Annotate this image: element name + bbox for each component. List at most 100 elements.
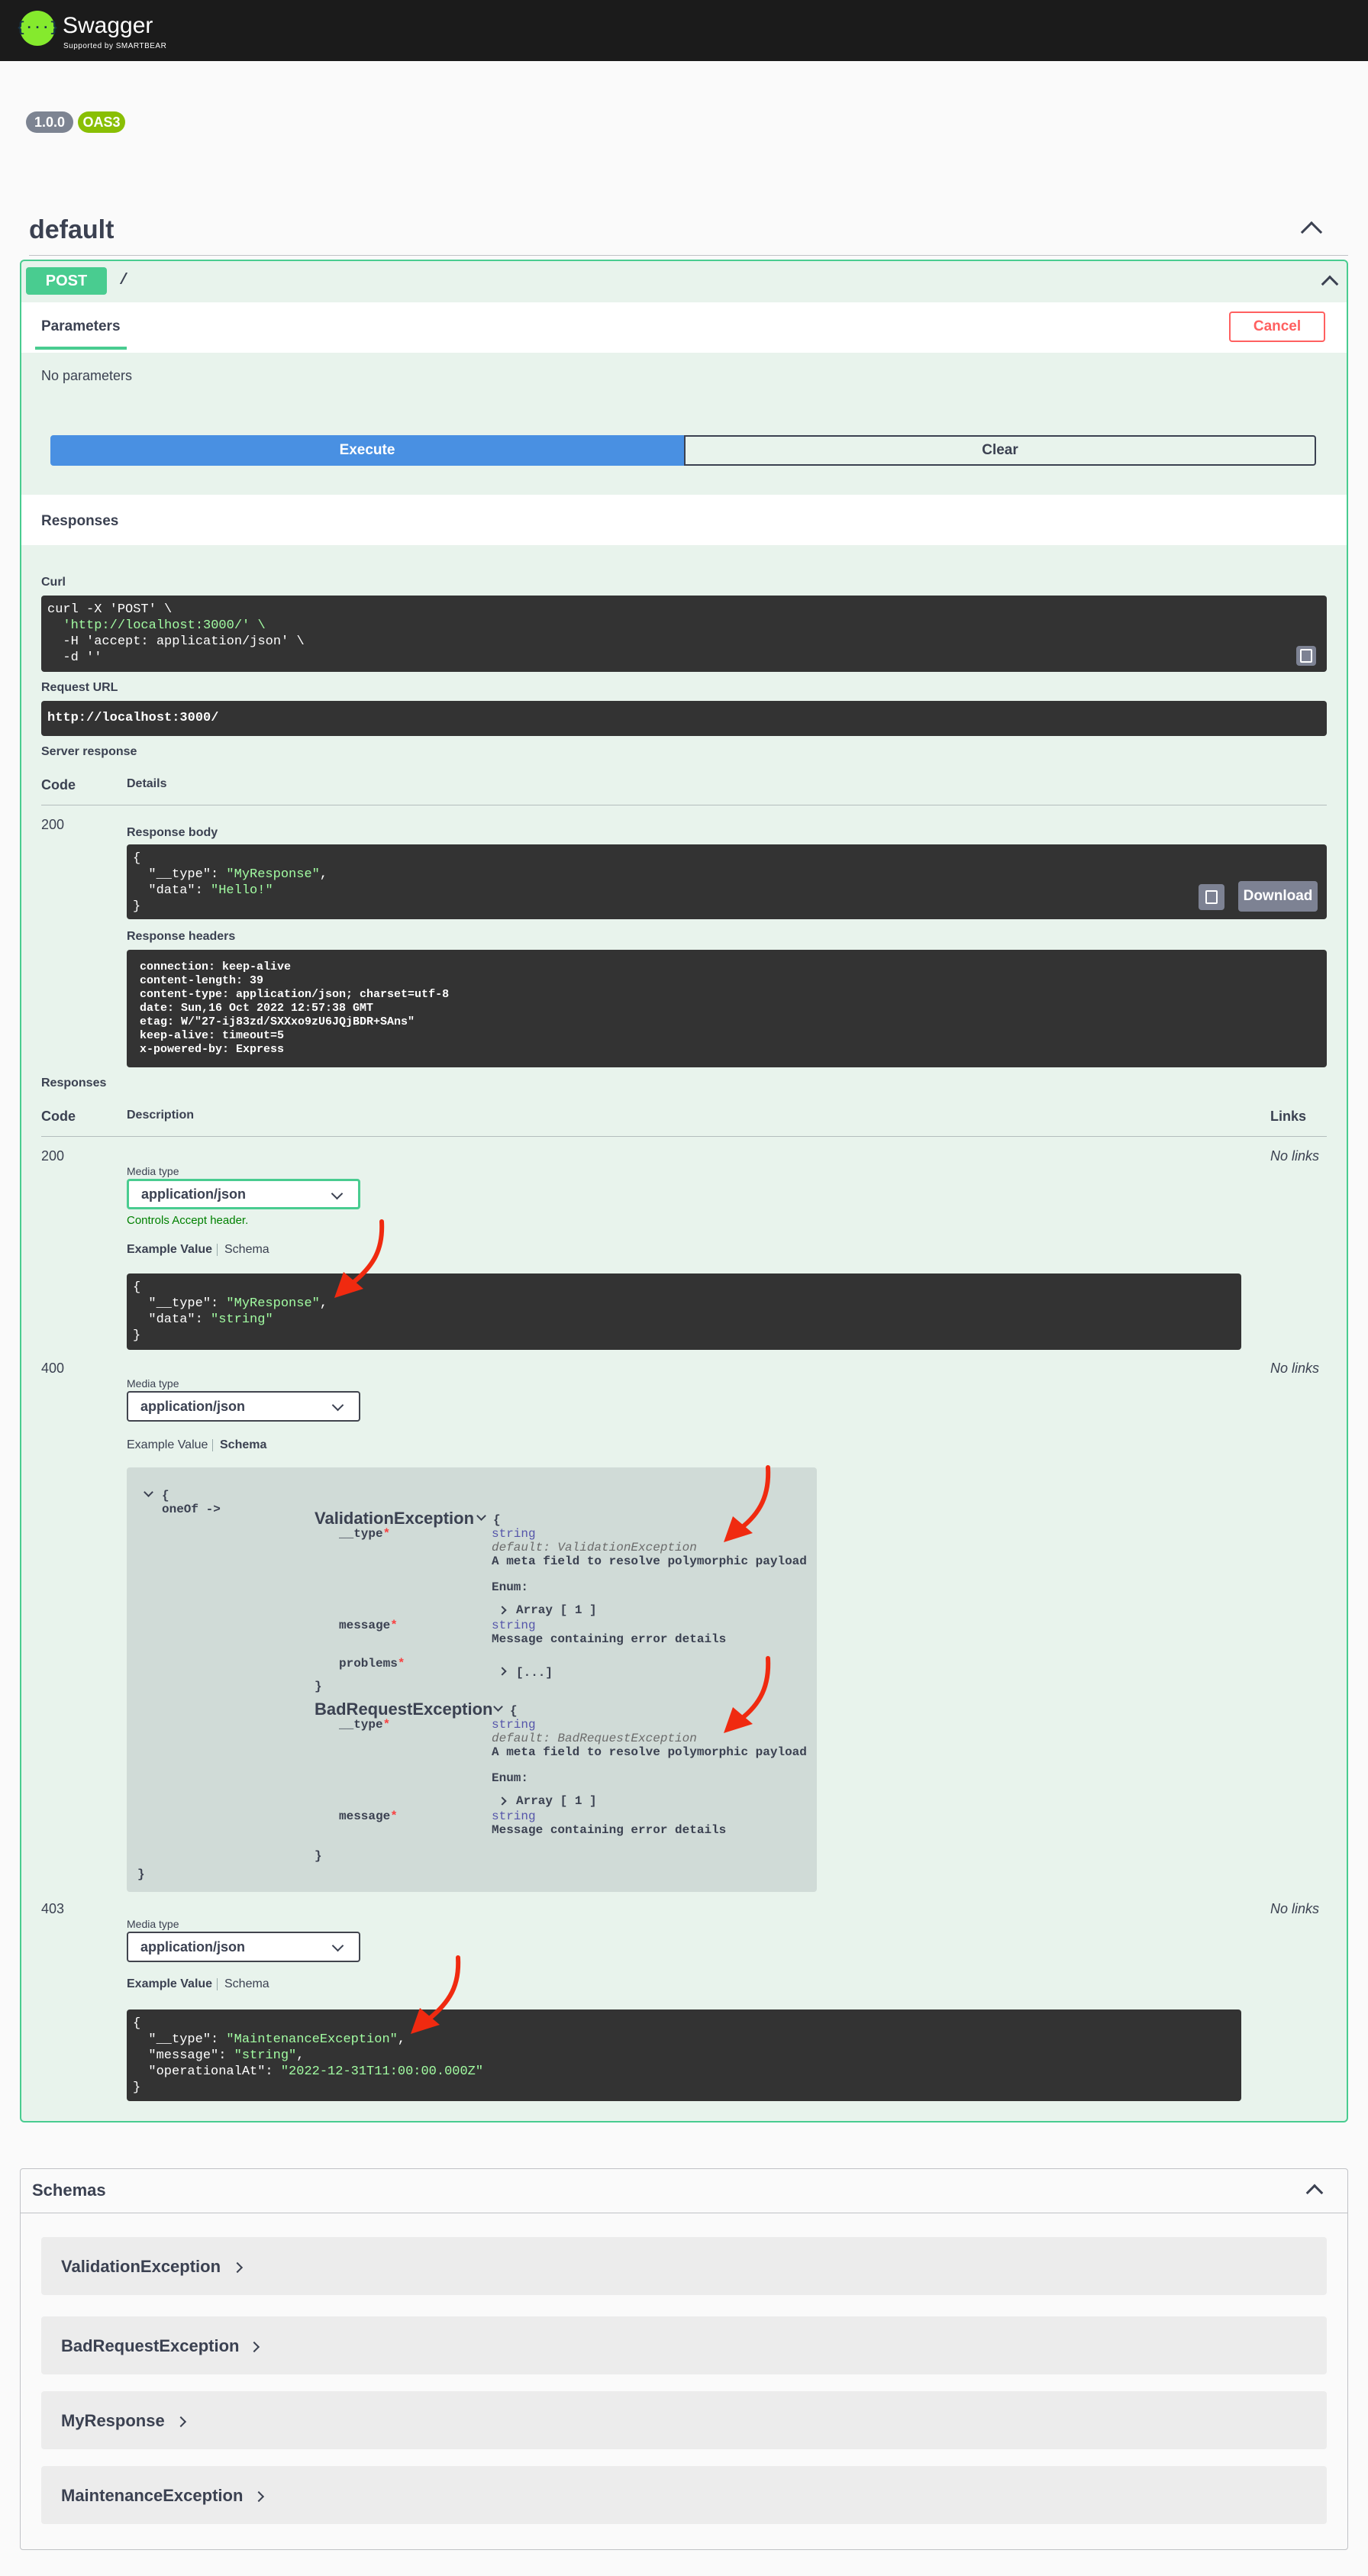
- code-column-header: Code: [41, 1109, 76, 1124]
- model-close-brace: }: [315, 1680, 322, 1693]
- schema-item-name[interactable]: MyResponse: [61, 2411, 165, 2431]
- header-line: date: Sun,16 Oct 2022 12:57:38 GMT: [133, 1002, 374, 1015]
- curl-label: Curl: [41, 576, 66, 589]
- tab-example-value[interactable]: Example Value: [127, 1977, 212, 1991]
- swagger-logo-icon[interactable]: {···}: [17, 11, 58, 46]
- header-line: keep-alive: timeout=5: [133, 1029, 285, 1042]
- model-open-brace: {: [510, 1704, 518, 1718]
- copy-body-icon[interactable]: [1199, 884, 1224, 910]
- oas-badge: OAS3: [78, 111, 125, 133]
- field-type-description: A meta field to resolve polymorphic payl…: [492, 1554, 807, 1568]
- schema-close-brace: }: [137, 1867, 145, 1881]
- tag-title[interactable]: default: [29, 215, 114, 245]
- enum-label: Enum:: [492, 1580, 529, 1594]
- schema-item-name[interactable]: BadRequestException: [61, 2336, 240, 2356]
- response-code-400: 400: [41, 1361, 65, 1376]
- tab-schema[interactable]: Schema: [224, 1243, 269, 1257]
- no-links-text: No links: [1270, 1148, 1320, 1164]
- tab-example-value[interactable]: Example Value: [127, 1438, 208, 1452]
- tab-example-value[interactable]: Example Value: [127, 1243, 212, 1257]
- media-type-select[interactable]: application/json: [127, 1932, 360, 1962]
- field-message-description: Message containing error details: [492, 1632, 727, 1646]
- method-badge[interactable]: POST: [26, 267, 107, 295]
- enum-label: Enum:: [492, 1771, 529, 1785]
- execute-button[interactable]: Execute: [50, 435, 684, 466]
- field-problems: problems*: [339, 1657, 405, 1671]
- field-type-type: string: [492, 1527, 536, 1541]
- field-type: __type*: [339, 1527, 391, 1541]
- copy-icon[interactable]: [1296, 646, 1316, 666]
- body-line: "__type": "MyResponse",: [133, 867, 328, 882]
- version-badge: 1.0.0: [26, 111, 73, 133]
- request-url-label: Request URL: [41, 681, 118, 694]
- curl-line: -d '': [47, 650, 102, 665]
- tab-schema[interactable]: Schema: [224, 1977, 269, 1991]
- tab-active-indicator: [35, 347, 127, 350]
- media-type-value: application/json: [140, 1938, 246, 1955]
- annotation-arrow: [724, 1465, 771, 1542]
- enum-value: Array [ 1 ]: [516, 1794, 597, 1808]
- code-column-header: Code: [41, 777, 76, 792]
- example-line: "__type": "MaintenanceException",: [133, 2032, 406, 2047]
- curl-line: 'http://localhost:3000/' \: [47, 618, 266, 633]
- app-subtitle: Supported by SMARTBEAR: [63, 42, 167, 50]
- operation-path[interactable]: /: [119, 272, 128, 289]
- model-validation-exception[interactable]: ValidationException: [315, 1509, 474, 1528]
- chevron-down-icon: [331, 1187, 344, 1200]
- tab-separator: [212, 1439, 213, 1451]
- annotation-arrow: [411, 1955, 461, 2034]
- model-close-brace: }: [315, 1849, 322, 1863]
- header-line: etag: W/"27-ij83zd/SXXxo9zU6JQjBDR+SAns": [133, 1015, 415, 1028]
- header-line: content-length: 39: [133, 974, 264, 987]
- media-type-label: Media type: [127, 1165, 179, 1177]
- example-line: }: [133, 2080, 141, 2095]
- responses-heading: Responses: [41, 513, 119, 529]
- tab-parameters[interactable]: Parameters: [41, 318, 121, 335]
- schemas-title[interactable]: Schemas: [32, 2181, 106, 2200]
- divider: [41, 1136, 1327, 1137]
- media-type-select[interactable]: application/json: [127, 1391, 360, 1422]
- field-type-default: default: BadRequestException: [492, 1732, 697, 1745]
- media-type-value: application/json: [140, 1398, 246, 1414]
- model-bad-request-exception[interactable]: BadRequestException: [315, 1700, 493, 1719]
- response-body: { "__type": "MyResponse", "data": "Hello…: [127, 844, 1327, 919]
- schema-item[interactable]: [41, 2391, 1327, 2449]
- no-links-text: No links: [1270, 1361, 1320, 1376]
- body-line: {: [133, 851, 141, 866]
- field-message-description: Message containing error details: [492, 1823, 727, 1837]
- response-code-200: 200: [41, 1148, 65, 1164]
- annotation-arrow: [724, 1656, 771, 1733]
- model-open-brace: {: [493, 1513, 501, 1527]
- tab-schema[interactable]: Schema: [220, 1438, 266, 1452]
- responses-header: [21, 495, 1347, 545]
- example-line: {: [133, 2016, 141, 2031]
- example-value-200: { "__type": "MyResponse", "data": "strin…: [127, 1273, 1241, 1350]
- chevron-down-icon: [331, 1399, 344, 1412]
- download-button[interactable]: Download: [1238, 881, 1318, 912]
- schema-item-name[interactable]: MaintenanceException: [61, 2486, 243, 2506]
- media-type-value: application/json: [141, 1186, 247, 1202]
- field-type-type: string: [492, 1718, 536, 1732]
- schema-item-name[interactable]: ValidationException: [61, 2257, 221, 2277]
- tab-separator: [217, 1978, 218, 1990]
- field-type: __type*: [339, 1718, 391, 1732]
- field-message-type: string: [492, 1809, 536, 1823]
- media-type-select[interactable]: application/json: [127, 1179, 360, 1209]
- example-line: "operationalAt": "2022-12-31T11:00:00.00…: [133, 2064, 484, 2079]
- cancel-button[interactable]: Cancel: [1229, 312, 1325, 342]
- oneof-label: oneOf ->: [162, 1503, 221, 1516]
- response-code: 200: [41, 817, 65, 832]
- response-body-label: Response body: [127, 826, 218, 839]
- topbar: [0, 0, 1368, 61]
- enum-value: Array [ 1 ]: [516, 1603, 597, 1617]
- header-line: connection: keep-alive: [133, 960, 292, 973]
- example-line: "data": "string": [133, 1312, 273, 1327]
- field-message: message*: [339, 1809, 398, 1823]
- body-line: }: [133, 899, 141, 914]
- request-url: http://localhost:3000/: [41, 701, 1327, 736]
- clear-button[interactable]: Clear: [684, 435, 1316, 466]
- annotation-arrow: [334, 1219, 385, 1298]
- accept-header-note: Controls Accept header.: [127, 1214, 249, 1227]
- collapse-tag-icon[interactable]: [1300, 221, 1323, 244]
- field-message: message*: [339, 1619, 398, 1632]
